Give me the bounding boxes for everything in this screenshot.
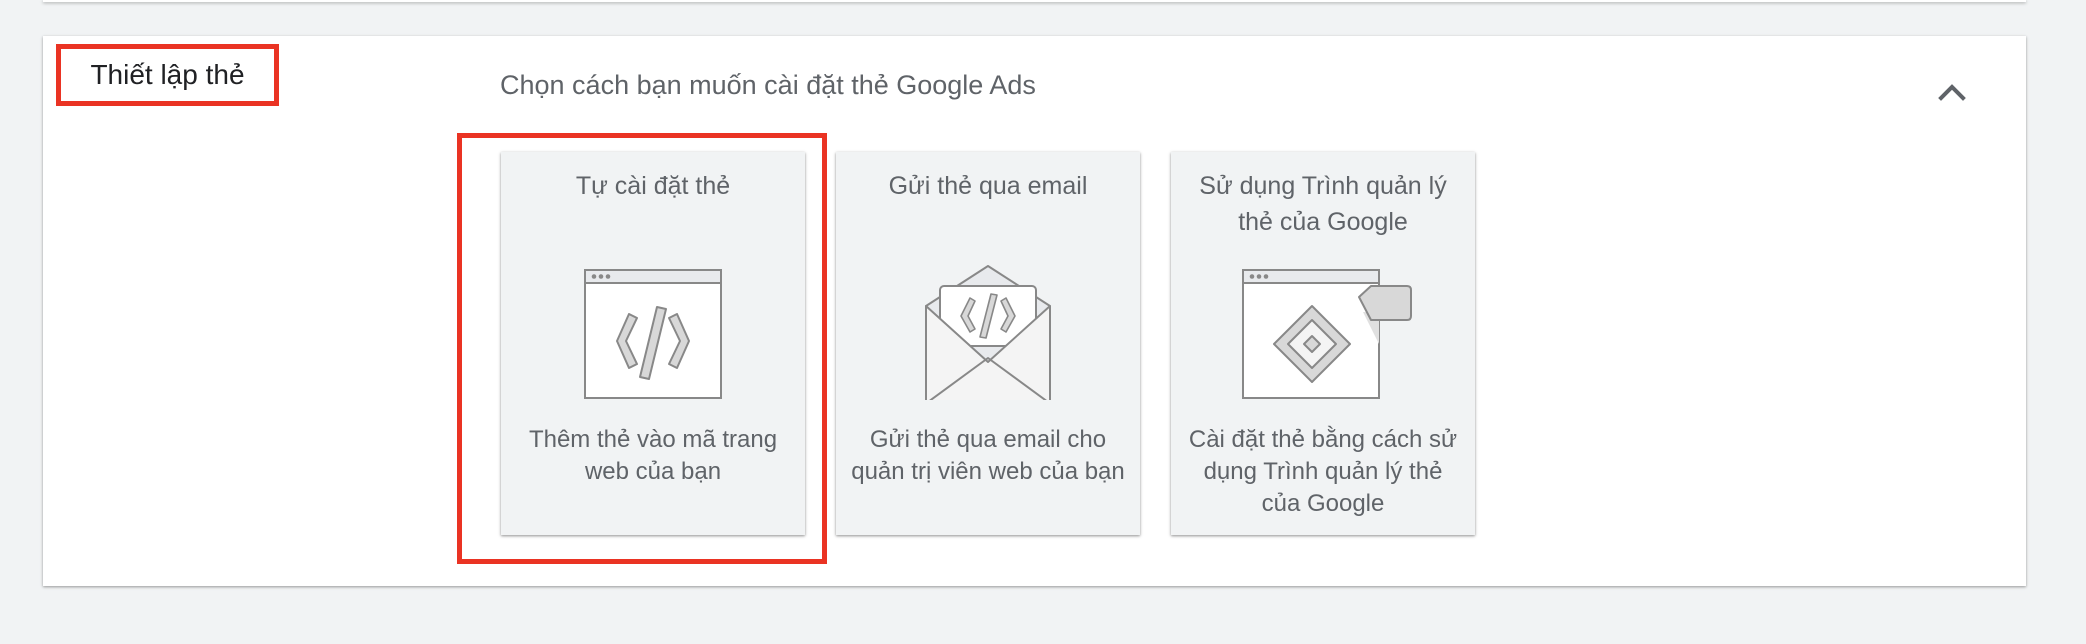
option-email-tag[interactable]: Gửi thẻ qua email Gửi thẻ qua email cho …	[836, 152, 1140, 535]
option-install-yourself[interactable]: Tự cài đặt thẻ Thêm thẻ vào mã trang web…	[501, 152, 805, 535]
install-method-prompt: Chọn cách bạn muốn cài đặt thẻ Google Ad…	[500, 70, 1036, 100]
collapse-button[interactable]	[1930, 70, 1974, 114]
section-title-text: Thiết lập thẻ	[90, 59, 245, 90]
option-title: Gửi thẻ qua email	[888, 172, 1088, 200]
option-description: Cài đặt thẻ bằng cách sử dụng Trình quản…	[1188, 426, 1458, 517]
section-title: Thiết lập thẻ	[56, 44, 279, 106]
chevron-up-icon	[1938, 84, 1966, 101]
tag-manager-icon	[1242, 269, 1412, 399]
option-description: Thêm thẻ vào mã trang web của bạn	[528, 426, 778, 485]
previous-section-edge	[43, 0, 2026, 2]
email-code-icon	[925, 265, 1051, 400]
browser-code-icon	[584, 269, 722, 399]
tag-setup-section: Thiết lập thẻ Chọn cách bạn muốn cài đặt…	[43, 36, 2026, 586]
option-google-tag-manager[interactable]: Sử dụng Trình quản lý thẻ của Google Cài…	[1171, 152, 1475, 535]
option-title: Tự cài đặt thẻ	[575, 172, 731, 200]
option-description: Gửi thẻ qua email cho quản trị viên web …	[851, 426, 1125, 485]
option-title: Sử dụng Trình quản lý thẻ của Google	[1199, 172, 1447, 236]
